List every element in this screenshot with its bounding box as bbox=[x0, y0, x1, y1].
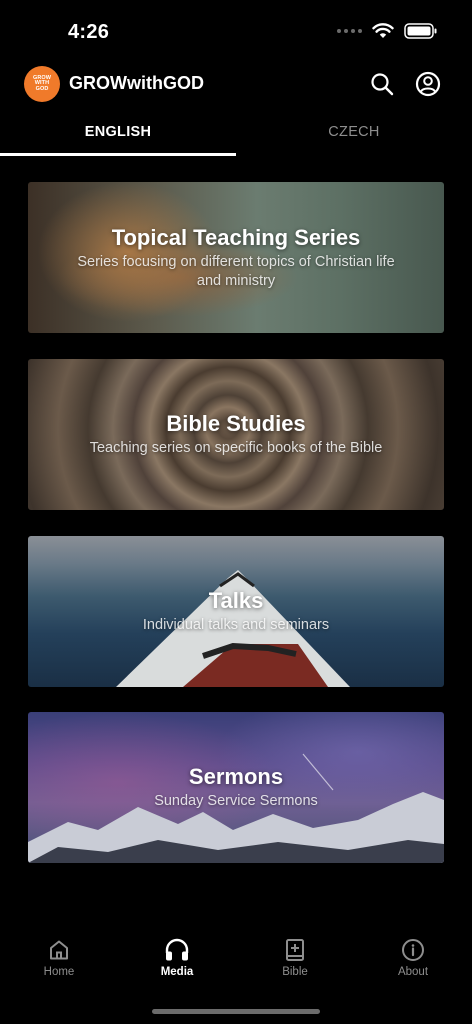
nav-label: Media bbox=[160, 966, 194, 978]
app-title: GROWwithGOD bbox=[69, 73, 204, 93]
logo-text: GROW WITH GOD bbox=[32, 74, 52, 92]
status-icons bbox=[337, 23, 438, 39]
language-tabs: ENGLISH CZECH bbox=[0, 110, 472, 156]
card-subtitle: Individual talks and seminars bbox=[142, 617, 330, 633]
card-bible-studies[interactable]: Bible Studies Teaching series on specifi… bbox=[28, 359, 444, 510]
card-talks[interactable]: Talks Individual talks and seminars bbox=[28, 536, 444, 687]
status-bar: 4:26 bbox=[0, 0, 472, 62]
book-plus-icon bbox=[286, 939, 304, 961]
card-title: Talks bbox=[208, 588, 264, 613]
info-icon bbox=[402, 939, 424, 961]
card-sermons[interactable]: Sermons Sunday Service Sermons bbox=[28, 712, 444, 863]
card-subtitle: Teaching series on specific books of the… bbox=[89, 440, 383, 456]
nav-label: Home bbox=[43, 966, 75, 978]
bottom-nav: Home Media Bible About bbox=[0, 930, 472, 1000]
nav-label: About bbox=[397, 966, 429, 978]
status-time: 4:26 bbox=[68, 21, 110, 43]
search-button[interactable] bbox=[368, 70, 396, 98]
user-circle-icon bbox=[415, 71, 441, 97]
card-title: Bible Studies bbox=[166, 411, 306, 436]
tab-indicator bbox=[0, 153, 236, 156]
headphones-icon bbox=[165, 938, 189, 961]
profile-button[interactable] bbox=[414, 70, 442, 98]
card-title: Sermons bbox=[188, 764, 284, 789]
nav-label: Bible bbox=[282, 966, 308, 978]
card-subtitle: Sunday Service Sermons bbox=[154, 793, 318, 809]
wifi-icon bbox=[372, 23, 394, 38]
card-topical-teaching-series[interactable]: Topical Teaching Series Series focusing … bbox=[28, 182, 444, 333]
app-logo: GROW WITH GOD bbox=[24, 66, 60, 102]
nav-item-media[interactable]: Media bbox=[118, 938, 236, 978]
battery-icon bbox=[404, 23, 437, 39]
tab-english[interactable]: ENGLISH bbox=[0, 110, 236, 156]
home-icon bbox=[50, 940, 68, 960]
signal-icon bbox=[337, 29, 362, 33]
nav-item-about[interactable]: About bbox=[354, 938, 472, 978]
card-subtitle: Series focusing on different topics of C… bbox=[77, 253, 395, 289]
nav-item-home[interactable]: Home bbox=[0, 938, 118, 978]
search-icon bbox=[371, 73, 394, 96]
nav-item-bible[interactable]: Bible bbox=[236, 938, 354, 978]
home-indicator bbox=[152, 1009, 320, 1014]
app-header: GROW WITH GOD GROWwithGOD bbox=[0, 62, 472, 106]
tab-czech[interactable]: CZECH bbox=[236, 110, 472, 156]
card-title: Topical Teaching Series bbox=[111, 224, 361, 250]
